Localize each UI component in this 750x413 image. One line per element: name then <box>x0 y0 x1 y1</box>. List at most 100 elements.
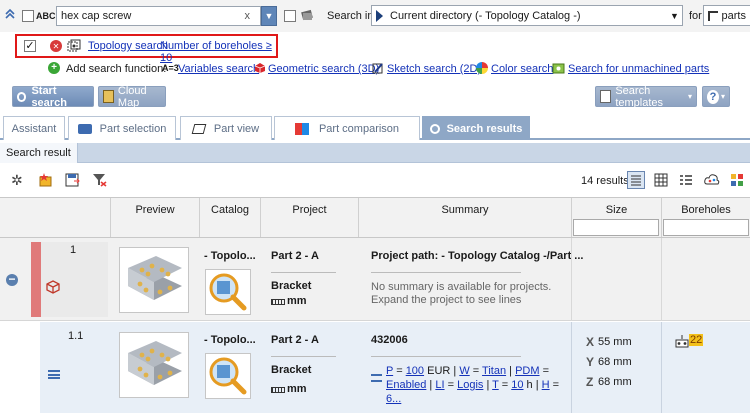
list-view-icon[interactable] <box>627 171 645 189</box>
unmachined-search-link[interactable]: Search for unmachined parts <box>568 63 709 75</box>
geometric-search-link[interactable]: Geometric search (3D) <box>268 63 379 75</box>
row-index: 1.1 <box>68 330 84 342</box>
row-left-gutter <box>0 322 40 413</box>
attr-key[interactable]: W <box>459 365 469 377</box>
project-name: Part 2 - A <box>271 250 319 262</box>
add-function-label: Add search function: <box>66 63 167 75</box>
books-icon[interactable] <box>300 8 314 22</box>
divider <box>271 356 336 357</box>
column-catalog-label: Catalog <box>211 204 249 216</box>
attr-value[interactable]: 100 <box>406 365 424 377</box>
settings-icon[interactable]: ✲ <box>11 173 25 187</box>
tab-part-comparison[interactable]: Part comparison <box>274 116 420 140</box>
table-view-icon[interactable] <box>654 173 668 187</box>
search-history-dropdown[interactable]: ▼ <box>261 6 277 26</box>
column-summary-label: Summary <box>441 204 489 216</box>
remove-criteria-icon[interactable]: ✕ <box>50 40 62 52</box>
ruler-icon <box>271 387 285 393</box>
topology-icon <box>67 39 81 53</box>
attr-key[interactable]: T <box>492 379 499 391</box>
summary-note: No summary is available for projects. <box>371 281 552 293</box>
subtab-search-result[interactable]: Search result <box>0 143 78 163</box>
axis-z-icon: Z <box>586 375 594 389</box>
column-header-summary[interactable]: Summary <box>358 198 571 237</box>
gallery-view-icon[interactable] <box>730 173 744 187</box>
directory-select[interactable]: Current directory (- Topology Catalog -) <box>371 5 668 26</box>
tab-part-selection[interactable]: Part selection <box>68 116 176 140</box>
attr-key[interactable]: PDM <box>515 365 539 377</box>
tab-search-results-label: Search results <box>446 122 523 135</box>
cloud-map-icon <box>103 90 114 103</box>
results-count: 14 results <box>581 175 629 187</box>
sketch-search-link[interactable]: Sketch search (2D) <box>387 63 481 75</box>
attr-key[interactable]: LI <box>435 379 444 391</box>
help-icon: ? <box>707 89 719 104</box>
start-search-label: Start search <box>31 84 67 109</box>
active-criteria-box: ✕ Topology search Number of boreholes ≥ … <box>15 34 278 64</box>
attr-value[interactable]: Titan <box>482 365 506 377</box>
result-toolbar: ✲ 14 results <box>0 163 750 197</box>
directory-value: Current directory (- Topology Catalog -) <box>390 9 581 22</box>
cloud-view-icon[interactable] <box>704 173 720 187</box>
for-select[interactable]: parts <box>703 5 750 26</box>
help-button[interactable]: ? ▾ <box>702 86 730 107</box>
column-header-project[interactable]: Project <box>260 198 358 237</box>
templates-icon <box>600 90 612 103</box>
magnifier-icon <box>17 91 27 102</box>
topology-search-link[interactable]: Topology search <box>88 40 168 52</box>
column-header-catalog[interactable]: Catalog <box>199 198 260 237</box>
add-function-icon: + <box>48 62 60 74</box>
part-preview-image[interactable] <box>119 247 189 313</box>
clear-search-button[interactable]: x <box>245 10 257 22</box>
attr-key[interactable]: P <box>386 365 393 377</box>
part-preview-image[interactable] <box>119 332 189 398</box>
start-search-button[interactable]: Start search <box>12 84 94 109</box>
detail-view-icon[interactable] <box>679 173 693 187</box>
variables-search-link[interactable]: Variables search <box>178 63 259 75</box>
summary-title: 432006 <box>371 334 408 346</box>
tab-part-view[interactable]: Part view <box>180 116 272 140</box>
column-project-label: Project <box>292 204 327 216</box>
directory-dropdown[interactable]: ▼ <box>667 5 683 26</box>
color-search-link[interactable]: Color search <box>491 63 553 75</box>
tab-assistant[interactable]: Assistant <box>3 116 65 140</box>
search-input[interactable]: hex cap screw x <box>56 6 261 26</box>
axis-x-icon: X <box>586 335 595 349</box>
table-row[interactable]: 1.1 - Topolo... Part 2 - A Bracket mm 43… <box>0 322 750 413</box>
summary-title: Project path: - Topology Catalog -/Part … <box>371 250 584 262</box>
case-sensitive-checkbox[interactable] <box>22 10 34 22</box>
column-divider <box>661 238 662 321</box>
search-toolbar: ABC hex cap screw x ▼ Search in Current … <box>0 0 750 32</box>
boreholes-filter-input[interactable] <box>663 219 749 236</box>
attr-value[interactable]: Enabled <box>386 379 426 391</box>
export-icon[interactable] <box>65 172 80 187</box>
tab-search-results[interactable]: Search results <box>422 116 530 140</box>
collapse-row-icon[interactable]: − <box>6 273 18 286</box>
boreholes-criteria-link[interactable]: Number of boreholes ≥ 10 <box>160 40 276 64</box>
filter-icon[interactable] <box>92 172 107 187</box>
size-z: 68 mm <box>598 376 632 388</box>
selected-row-marker <box>31 242 41 317</box>
attr-key[interactable]: H <box>542 379 550 391</box>
collapse-icon[interactable] <box>4 8 16 20</box>
axis-y-icon: Y <box>586 355 595 369</box>
filter-checkbox[interactable] <box>284 10 296 22</box>
size-filter-input[interactable] <box>573 219 659 236</box>
attr-value[interactable]: Logis <box>457 379 483 391</box>
part-selection-icon <box>77 123 92 134</box>
project-cube-icon <box>46 280 60 294</box>
tab-part-comparison-label: Part comparison <box>318 122 400 135</box>
add-star-icon[interactable] <box>38 172 52 187</box>
part-type: Bracket <box>271 280 312 292</box>
column-header-preview[interactable]: Preview <box>110 198 199 237</box>
chevron-down-icon: ▾ <box>687 92 692 101</box>
column-divider <box>571 322 572 413</box>
search-templates-button[interactable]: Search templates ▾ <box>595 85 697 109</box>
part-type: Bracket <box>271 364 312 376</box>
table-row[interactable]: − 1 - Topolo... Part 2 - A Bracket mm Pr… <box>0 238 750 321</box>
criteria-checkbox[interactable] <box>24 40 36 52</box>
cloud-map-button[interactable]: Cloud Map <box>98 85 166 109</box>
attr-value[interactable]: 10 <box>511 379 523 391</box>
attr-value[interactable]: 6... <box>386 393 401 405</box>
borehole-icon <box>675 334 689 348</box>
